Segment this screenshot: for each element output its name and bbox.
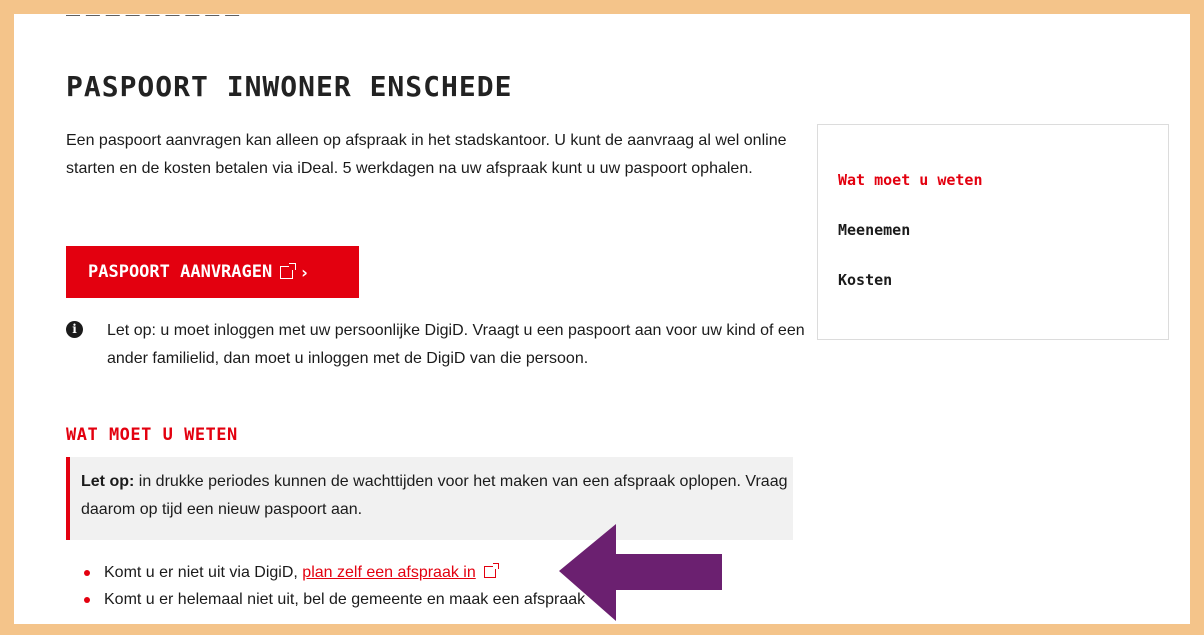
notice-bold: Let op: (81, 473, 135, 490)
external-link-icon (483, 563, 499, 578)
intro-text: Een paspoort aanvragen kan alleen op afs… (66, 132, 787, 177)
info-text: Let op: u moet inloggen met uw persoonli… (107, 322, 805, 367)
sidebar-item-wat-moet-u-weten[interactable]: Wat moet u weten (838, 171, 983, 189)
info-icon: i (66, 321, 83, 338)
section-heading: WAT MOET U WETEN (66, 425, 238, 445)
sidebar-item-kosten[interactable]: Kosten (838, 271, 892, 289)
apply-passport-button[interactable]: PASPOORT AANVRAGEN › (66, 246, 359, 298)
notice-text: in drukke periodes kunnen de wachttijden… (81, 473, 788, 518)
list-item: Komt u er niet uit via DigiD, plan zelf … (84, 559, 585, 586)
bullet-prefix: Komt u er niet uit via DigiD, (104, 564, 303, 581)
external-link-icon (280, 262, 297, 279)
apply-button-label: PASPOORT AANVRAGEN (88, 262, 273, 282)
sidebar-item-meenemen[interactable]: Meenemen (838, 221, 910, 239)
sidebar-nav: Wat moet u weten Meenemen Kosten (817, 124, 1169, 340)
plan-appointment-link[interactable]: plan zelf een afspraak in (302, 564, 475, 581)
chevron-right-icon: › (301, 262, 308, 282)
bullet-list: Komt u er niet uit via DigiD, plan zelf … (84, 559, 585, 613)
arrow-left-annotation (559, 524, 722, 621)
bullet-text: Komt u er helemaal niet uit, bel de geme… (104, 591, 586, 608)
list-item: Komt u er helemaal niet uit, bel de geme… (84, 586, 585, 613)
page-title: PASPOORT INWONER ENSCHEDE (66, 70, 513, 103)
breadcrumb-cut: — — — — — — — — — (66, 14, 241, 22)
page-frame: — — — — — — — — — PASPOORT INWONER ENSCH… (14, 14, 1190, 624)
